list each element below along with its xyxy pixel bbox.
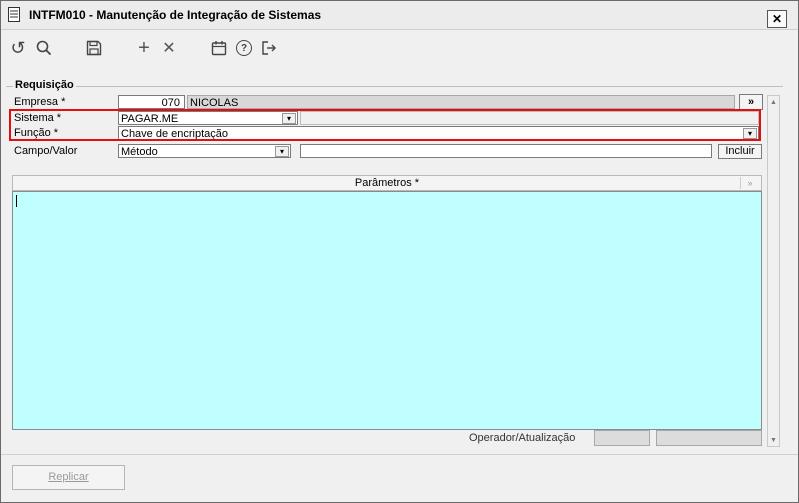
campo-value: Método [121,146,158,158]
settings-icon[interactable]: » [740,177,759,189]
scroll-up-icon[interactable]: ▲ [768,96,779,108]
delete-button[interactable]: ✕ [159,38,179,58]
save-icon [86,40,102,56]
group-title: Requisição [13,79,76,91]
campo-select[interactable]: Método ▾ [118,144,291,158]
help-button[interactable]: ? [234,38,254,58]
scroll-down-icon[interactable]: ▼ [768,434,779,446]
calendar-icon [211,41,227,56]
footer-divider [1,454,798,455]
empresa-code-field[interactable]: 070 [118,95,185,109]
operador-field [594,430,650,446]
replicar-label: Replicar [48,471,89,483]
title-bar: INTFM010 - Manutenção de Integração de S… [1,1,798,30]
document-icon [8,7,20,22]
main-window: INTFM010 - Manutenção de Integração de S… [0,0,799,503]
calendar-button[interactable] [209,38,229,58]
double-chevron-icon: » [747,96,755,108]
save-button[interactable] [84,38,104,58]
search-icon [36,40,52,56]
close-icon: ✕ [771,12,783,26]
parametros-header: Parâmetros * » [12,175,762,191]
exit-icon [262,41,276,55]
toolbar: ↺ + ✕ ? [1,30,798,64]
parametros-textarea[interactable] [12,191,762,430]
empresa-name-field: NICOLAS [187,95,735,109]
incluir-label: Incluir [725,145,755,157]
operador-label: Operador/Atualização [469,432,576,444]
x-icon: ✕ [162,40,176,57]
close-button[interactable]: ✕ [767,10,787,28]
empresa-label: Empresa * [14,96,66,108]
search-button[interactable] [34,38,54,58]
empresa-expand-button[interactable]: » [739,94,763,110]
refresh-icon: ↺ [10,37,26,58]
add-button[interactable]: + [134,36,154,59]
content-area: Requisição Empresa * 070 NICOLAS » Siste… [1,65,798,502]
refresh-button[interactable]: ↺ [8,38,28,58]
exit-button[interactable] [259,38,279,58]
vertical-scrollbar[interactable]: ▲ ▼ [767,95,780,447]
valor-input[interactable] [300,144,712,158]
plus-icon: + [138,36,150,59]
group-divider [6,86,783,87]
help-icon: ? [236,40,252,56]
incluir-button[interactable]: Incluir [718,144,762,159]
chevron-down-icon[interactable]: ▾ [275,146,289,157]
replicar-button[interactable]: Replicar [12,465,125,490]
highlight-box [9,109,761,141]
text-caret [16,195,17,207]
campo-valor-label: Campo/Valor [14,145,78,157]
parametros-header-label: Parâmetros * [354,177,420,189]
atualizacao-field [656,430,762,446]
window-title: INTFM010 - Manutenção de Integração de S… [29,8,322,22]
